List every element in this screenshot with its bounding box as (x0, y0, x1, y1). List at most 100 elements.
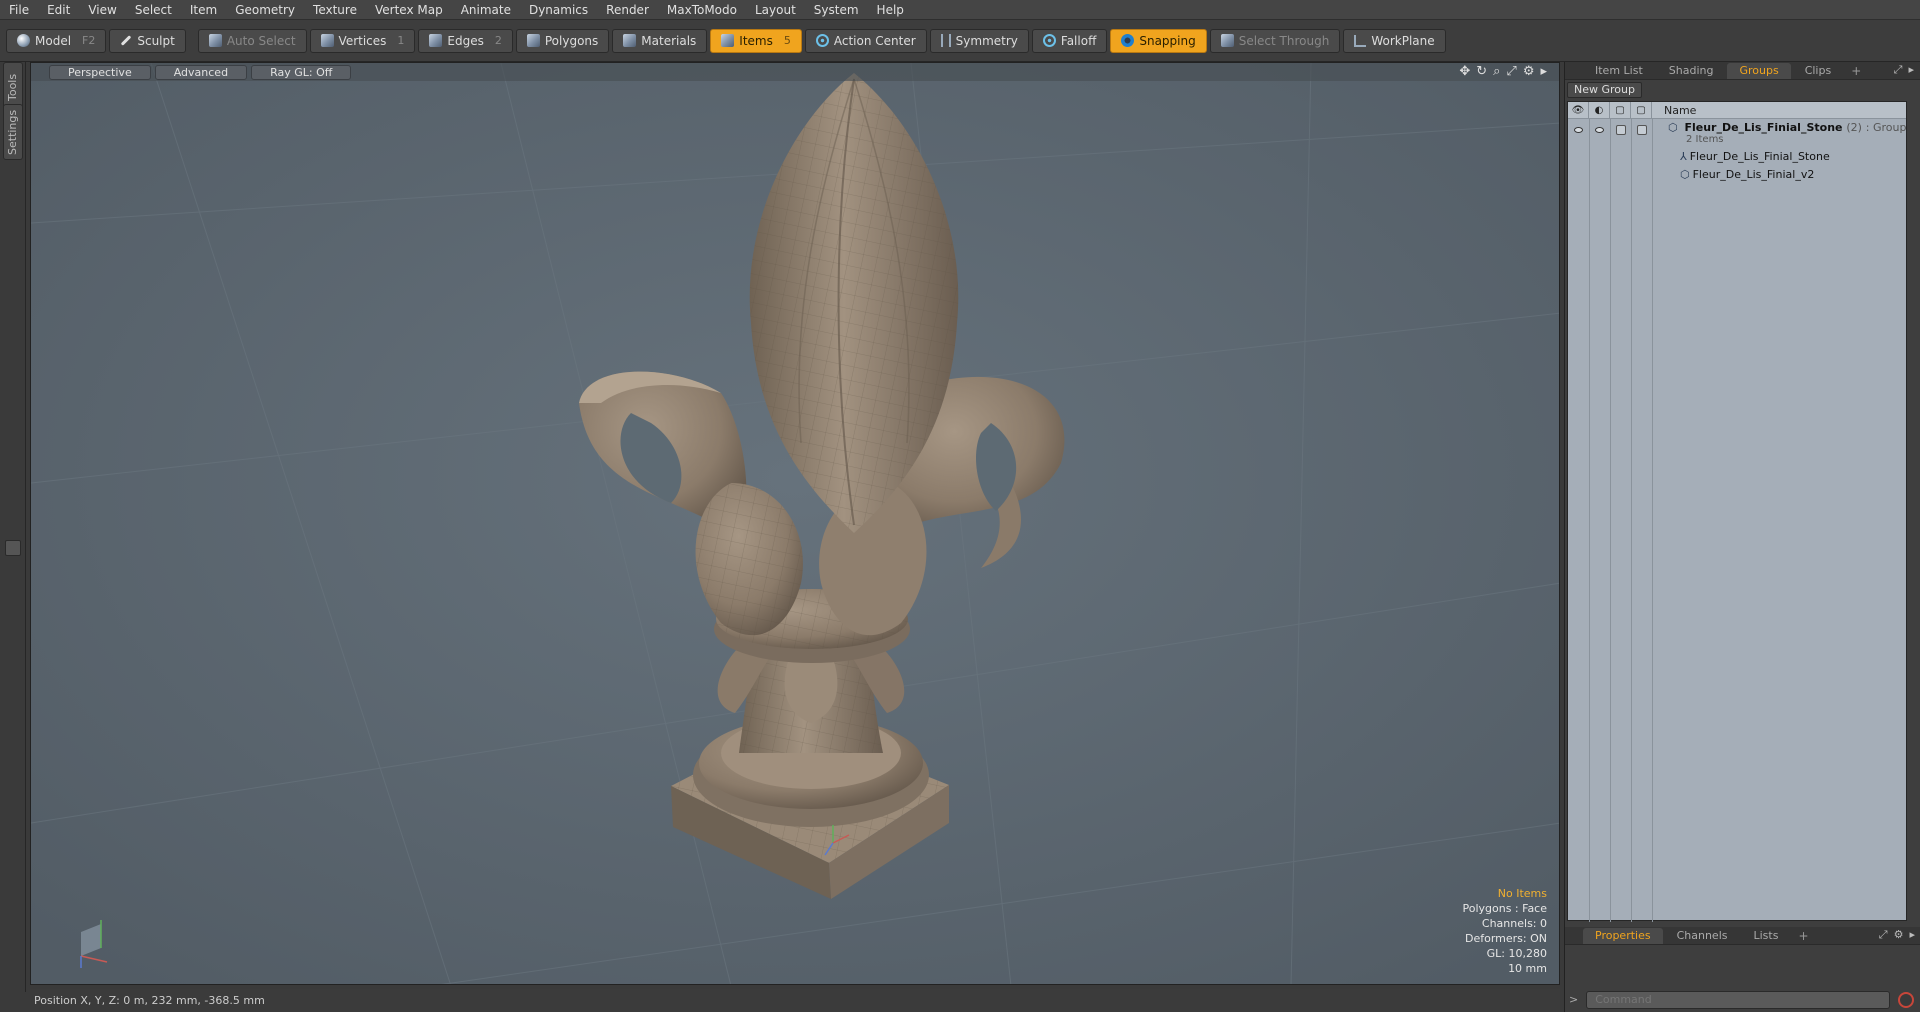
vertices-button[interactable]: Vertices 1 (309, 28, 416, 53)
snapping-button[interactable]: Snapping (1110, 28, 1207, 53)
sculpt-mode-button[interactable]: Sculpt (109, 28, 186, 53)
panel-bottom-tabs: Properties Channels Lists + ⤢ ⚙ ▸ (1565, 927, 1920, 945)
workplane-button[interactable]: WorkPlane (1343, 28, 1446, 53)
new-group-button[interactable]: New Group (1567, 82, 1642, 98)
auto-select-icon (208, 34, 222, 47)
menu-bar: File Edit View Select Item Geometry Texture Ver… (0, 0, 1920, 20)
polygons-label: Polygons (544, 33, 599, 48)
tab-channels[interactable]: Channels (1665, 928, 1740, 944)
menu-system[interactable]: System (805, 0, 868, 20)
action-center-label: Action Center (833, 33, 916, 48)
select-through-button[interactable]: Select Through (1209, 28, 1341, 53)
model-mode-button[interactable]: Model F2 (6, 28, 107, 53)
play-arrow-icon[interactable]: ▸ (1540, 64, 1547, 80)
position-readout: Position X, Y, Z: 0 m, 232 mm, -368.5 mm (34, 994, 265, 1007)
visibility-column-icon[interactable]: 👁 (1568, 102, 1589, 118)
pan-icon[interactable]: ✥ (1459, 64, 1470, 80)
workplane-icon (1354, 34, 1367, 47)
group-row[interactable]: ⬡ Fleur_De_Lis_Finial_Stone (2) : Group … (1568, 119, 1906, 147)
panel-top-tabs: Item List Shading Groups Clips + ⤢ ▸ (1565, 62, 1920, 80)
add-tab-button[interactable]: + (1845, 64, 1867, 78)
menu-view[interactable]: View (79, 0, 125, 20)
ray-gl-tab[interactable]: Ray GL: Off (251, 64, 352, 80)
add-bottom-tab-button[interactable]: + (1792, 929, 1814, 943)
select-through-label: Select Through (1238, 33, 1330, 48)
workplane-label: WorkPlane (1371, 33, 1435, 48)
gear-icon[interactable]: ⚙ (1523, 64, 1535, 80)
panel-collapse-handle[interactable] (5, 540, 21, 556)
menu-geometry[interactable]: Geometry (226, 0, 304, 20)
expand-panel-icon[interactable]: ⤢ (1894, 63, 1903, 77)
tab-shading[interactable]: Shading (1657, 63, 1726, 79)
command-execute-icon[interactable] (1898, 991, 1915, 1008)
status-bar: Position X, Y, Z: 0 m, 232 mm, -368.5 mm (30, 989, 1560, 1012)
menu-layout[interactable]: Layout (746, 0, 805, 20)
edges-label: Edges (447, 33, 484, 48)
snapping-icon (1121, 34, 1135, 47)
advanced-tab[interactable]: Advanced (154, 64, 248, 80)
render-column-icon[interactable]: ◐ (1589, 102, 1610, 118)
edges-button[interactable]: Edges 2 (418, 28, 513, 53)
falloff-label: Falloff (1060, 33, 1097, 48)
menu-animate[interactable]: Animate (452, 0, 520, 20)
items-shortcut: 5 (783, 34, 791, 47)
zoom-icon[interactable]: ⌕ (1493, 64, 1500, 80)
tab-clips[interactable]: Clips (1793, 63, 1844, 79)
3d-viewport[interactable]: Perspective Advanced Ray GL: Off ✥ ↻ ⌕ ⤢… (30, 62, 1560, 985)
auto-select-button[interactable]: Auto Select (197, 28, 307, 53)
select-column-icon[interactable]: ▢ (1631, 102, 1652, 118)
model-shortcut: F2 (82, 34, 96, 47)
menu-help[interactable]: Help (868, 0, 913, 20)
items-button[interactable]: Items 5 (710, 28, 802, 53)
groups-tree[interactable]: 👁 ◐ ▢ ▢ Name ⬡ Fleur_De_Lis_Finial_Stone… (1567, 101, 1907, 922)
tree-item-row[interactable]: ⅄ Fleur_De_Lis_Finial_Stone (1568, 147, 1906, 165)
viewport-header: Perspective Advanced Ray GL: Off (31, 63, 1559, 81)
left-tool-strip: Tools Settings (0, 62, 26, 992)
group-subtitle: 2 Items (1686, 134, 1724, 145)
polygons-stat: Polygons : Face (1462, 902, 1547, 915)
menu-item[interactable]: Item (181, 0, 226, 20)
command-input[interactable] (1586, 990, 1891, 1009)
properties-gear-icon[interactable]: ⚙ (1894, 928, 1904, 942)
materials-button[interactable]: Materials (612, 28, 708, 53)
tab-lists[interactable]: Lists (1742, 928, 1791, 944)
tab-item-list[interactable]: Item List (1583, 63, 1655, 79)
render-toggle-icon (1595, 127, 1604, 133)
name-column-header[interactable]: Name (1652, 104, 1696, 117)
maximize-icon[interactable]: ⤢ (1506, 64, 1516, 80)
menu-render[interactable]: Render (597, 0, 658, 20)
main-toolbar: Model F2 Sculpt Auto Select Vertices 1 E… (0, 20, 1920, 62)
menu-select[interactable]: Select (126, 0, 181, 20)
model-label: Model (35, 33, 72, 48)
menu-vertex-map[interactable]: Vertex Map (366, 0, 452, 20)
rotate-icon[interactable]: ↻ (1476, 64, 1487, 80)
action-center-icon (815, 34, 829, 47)
command-bar: > (1565, 987, 1920, 1012)
polygons-button[interactable]: Polygons (515, 28, 610, 53)
falloff-button[interactable]: Falloff (1031, 28, 1108, 53)
vertices-shortcut: 1 (397, 34, 405, 47)
menu-texture[interactable]: Texture (304, 0, 366, 20)
items-icon (721, 34, 735, 47)
edges-icon (429, 34, 443, 47)
viewport-canvas[interactable] (31, 63, 1560, 985)
tree-item-label: Fleur_De_Lis_Finial_v2 (1692, 167, 1815, 181)
menu-file[interactable]: File (0, 0, 38, 20)
lock-column-icon[interactable]: ▢ (1610, 102, 1631, 118)
edges-shortcut: 2 (494, 34, 502, 47)
items-label: Items (739, 33, 773, 48)
action-center-button[interactable]: Action Center (804, 28, 927, 53)
panel-menu-arrow-icon[interactable]: ▸ (1908, 63, 1914, 77)
menu-maxtomodo[interactable]: MaxToModo (658, 0, 746, 20)
selection-stat: No Items (1497, 887, 1547, 900)
properties-menu-arrow-icon[interactable]: ▸ (1909, 928, 1915, 942)
symmetry-button[interactable]: Symmetry (929, 28, 1029, 53)
perspective-tab[interactable]: Perspective (49, 64, 151, 80)
menu-edit[interactable]: Edit (38, 0, 79, 20)
settings-tab[interactable]: Settings (3, 104, 23, 160)
menu-dynamics[interactable]: Dynamics (520, 0, 597, 20)
expand-properties-icon[interactable]: ⤢ (1879, 928, 1888, 942)
tab-properties[interactable]: Properties (1583, 927, 1663, 944)
tree-item-row[interactable]: ⬡ Fleur_De_Lis_Finial_v2 (1568, 165, 1906, 183)
tab-groups[interactable]: Groups (1727, 62, 1791, 79)
